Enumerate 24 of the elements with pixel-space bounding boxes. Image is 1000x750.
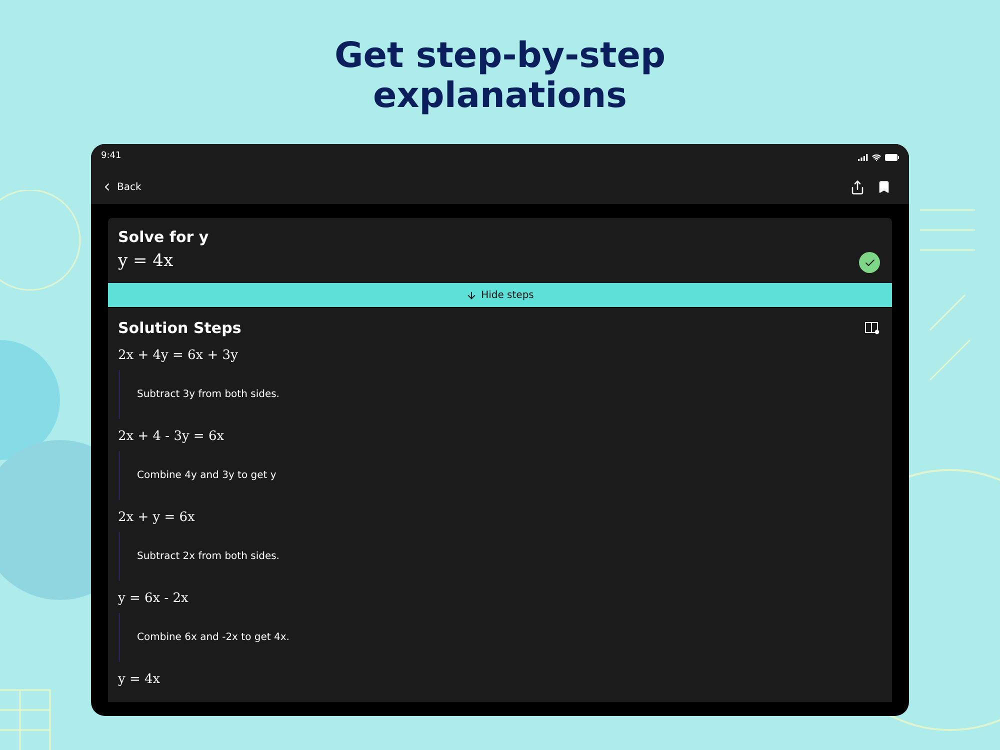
check-icon <box>859 252 880 273</box>
step-equation: 2x + 4y = 6x + 3y <box>118 347 239 365</box>
wifi-icon <box>872 152 881 162</box>
signal-icon <box>858 154 868 160</box>
final-equation: y = 4x <box>118 671 162 689</box>
battery-icon <box>885 154 899 160</box>
back-button[interactable]: Back <box>101 180 142 194</box>
step-equation: 2x + y = 6x <box>118 509 196 527</box>
book-icon <box>865 322 880 334</box>
bookmark-button[interactable] <box>877 180 891 194</box>
share-button[interactable] <box>850 180 865 194</box>
headline: Get step-by-step explanations <box>333 36 666 116</box>
arrow-down-icon <box>466 290 478 300</box>
step-explanation: Subtract 3y from both sides. <box>137 388 280 402</box>
problem-title: Solve for y <box>118 227 209 247</box>
solution-title: Solution Steps <box>118 318 242 338</box>
step-equation: y = 6x - 2x <box>118 590 190 608</box>
step-explanation: Combine 4y and 3y to get y <box>137 469 276 483</box>
answer-equation: y = 4x <box>118 250 174 273</box>
status-time: 9:41 <box>101 150 122 164</box>
step-explanation: Subtract 2x from both sides. <box>137 550 280 564</box>
hide-steps-button[interactable]: Hide steps <box>108 283 892 307</box>
step-explanation: Combine 6x and -2x to get 4x. <box>137 631 290 645</box>
step-equation: 2x + 4 - 3y = 6x <box>118 428 226 446</box>
